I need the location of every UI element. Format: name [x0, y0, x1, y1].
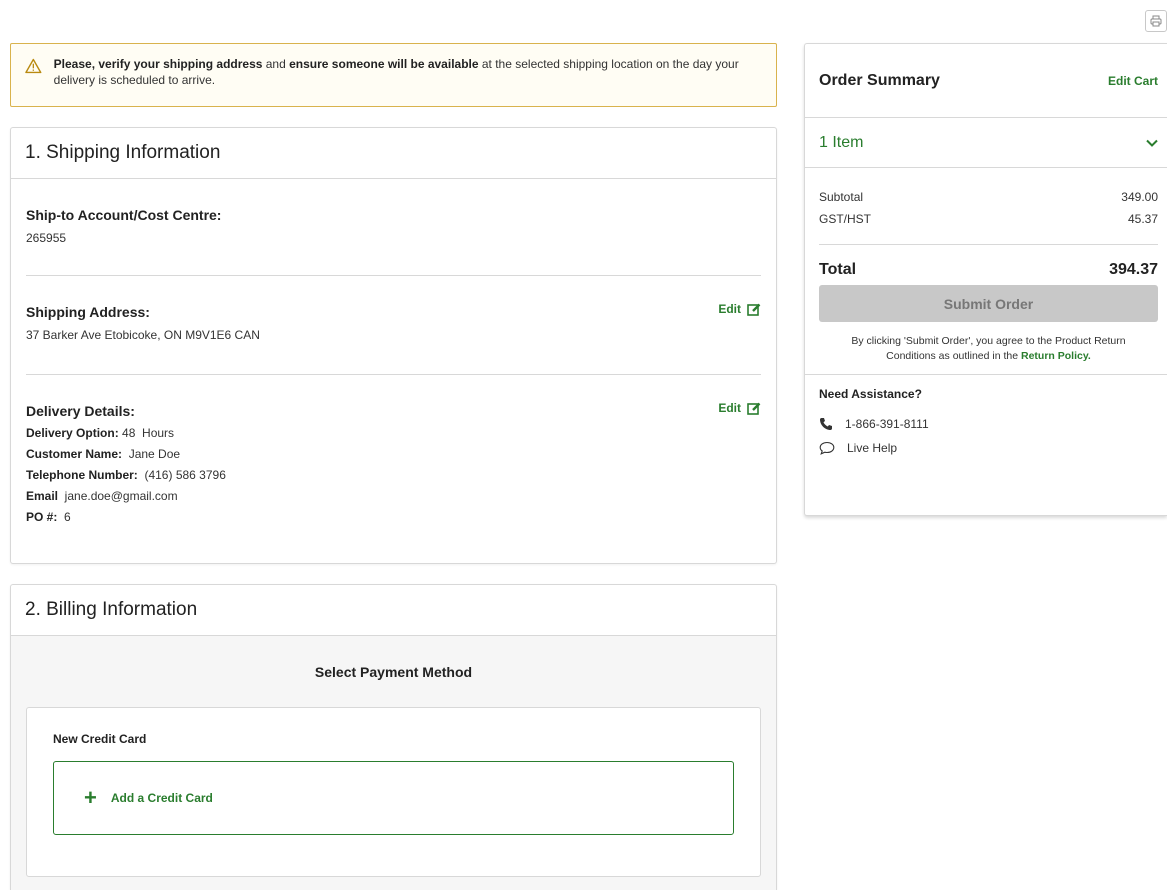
- chevron-down-icon: [1146, 139, 1158, 147]
- address-label: Shipping Address:: [26, 304, 150, 320]
- edit-cart-link[interactable]: Edit Cart: [1108, 74, 1158, 88]
- live-help-label: Live Help: [847, 441, 898, 455]
- plus-icon: +: [84, 785, 97, 810]
- divider: [819, 244, 1158, 245]
- tax-row: GST/HST 45.37: [819, 212, 1158, 226]
- warning-icon: [25, 58, 42, 74]
- edit-delivery-button[interactable]: Edit: [718, 401, 761, 415]
- address-block: Shipping Address: 37 Barker Ave Etobicok…: [26, 276, 761, 374]
- delivery-option: Delivery Option: 48 Hours: [26, 426, 175, 440]
- phone-number: 1-866-391-8111: [845, 417, 929, 431]
- order-summary-header: Order Summary Edit Cart: [805, 44, 1167, 118]
- new-credit-card-title: New Credit Card: [53, 732, 147, 746]
- subtotal-value: 349.00: [1121, 190, 1158, 204]
- order-summary-panel: Order Summary Edit Cart 1 Item Subtotal …: [804, 43, 1167, 516]
- shipping-heading: 1. Shipping Information: [11, 128, 776, 179]
- submit-order-button[interactable]: Submit Order: [819, 285, 1158, 322]
- email: Email jane.doe@gmail.com: [26, 489, 178, 503]
- add-credit-card-label: Add a Credit Card: [110, 791, 213, 805]
- po-number: PO #: 6: [26, 510, 71, 524]
- delivery-details-list: Delivery Option: 48 Hours Customer Name:…: [26, 423, 761, 528]
- order-summary-title: Order Summary: [819, 71, 940, 89]
- live-help-link[interactable]: Live Help: [819, 441, 1153, 455]
- delivery-label: Delivery Details:: [26, 403, 135, 419]
- printer-icon: [1150, 15, 1162, 27]
- account-block: Ship-to Account/Cost Centre: 265955: [26, 179, 761, 275]
- telephone-number: Telephone Number: (416) 586 3796: [26, 468, 226, 482]
- new-credit-card-box: New Credit Card + Add a Credit Card: [26, 707, 761, 877]
- agreement-text: By clicking 'Submit Order', you agree to…: [851, 335, 1126, 362]
- shipping-panel: 1. Shipping Information Ship-to Account/…: [10, 127, 777, 564]
- billing-heading: 2. Billing Information: [11, 585, 776, 636]
- print-button[interactable]: [1145, 10, 1167, 32]
- edit-icon: [747, 303, 761, 316]
- total-row: Total 394.37: [819, 261, 1158, 278]
- return-policy-link[interactable]: Return Policy: [1021, 350, 1088, 362]
- select-payment-method-title: Select Payment Method: [314, 664, 473, 680]
- phone-icon: [820, 418, 832, 430]
- delivery-block: Delivery Details: Edit Delivery Option: …: [26, 375, 761, 528]
- total-value: 394.37: [1109, 261, 1158, 278]
- edit-icon: [747, 402, 761, 415]
- phone-line[interactable]: 1-866-391-8111: [819, 417, 1153, 431]
- items-toggle[interactable]: 1 Item: [805, 118, 1167, 168]
- chat-bubble-icon: [819, 441, 835, 455]
- add-credit-card-button[interactable]: + Add a Credit Card: [53, 761, 734, 835]
- shipping-alert: Please, verify your shipping address and…: [10, 43, 777, 107]
- subtotal-row: Subtotal 349.00: [819, 190, 1158, 204]
- customer-name: Customer Name: Jane Doe: [26, 447, 181, 461]
- tax-value: 45.37: [1127, 212, 1158, 226]
- account-value: 265955: [26, 231, 67, 245]
- assistance-title: Need Assistance?: [819, 387, 922, 401]
- edit-address-button[interactable]: Edit: [718, 302, 761, 316]
- address-value: 37 Barker Ave Etobicoke, ON M9V1E6 CAN: [26, 328, 260, 342]
- assistance-section: Need Assistance? 1-866-391-8111 Live Hel…: [805, 374, 1167, 467]
- alert-message: Please, verify your shipping address and…: [53, 57, 739, 87]
- billing-panel: 2. Billing Information Select Payment Me…: [10, 584, 777, 890]
- account-label: Ship-to Account/Cost Centre:: [26, 207, 222, 223]
- items-count: 1 Item: [819, 133, 864, 151]
